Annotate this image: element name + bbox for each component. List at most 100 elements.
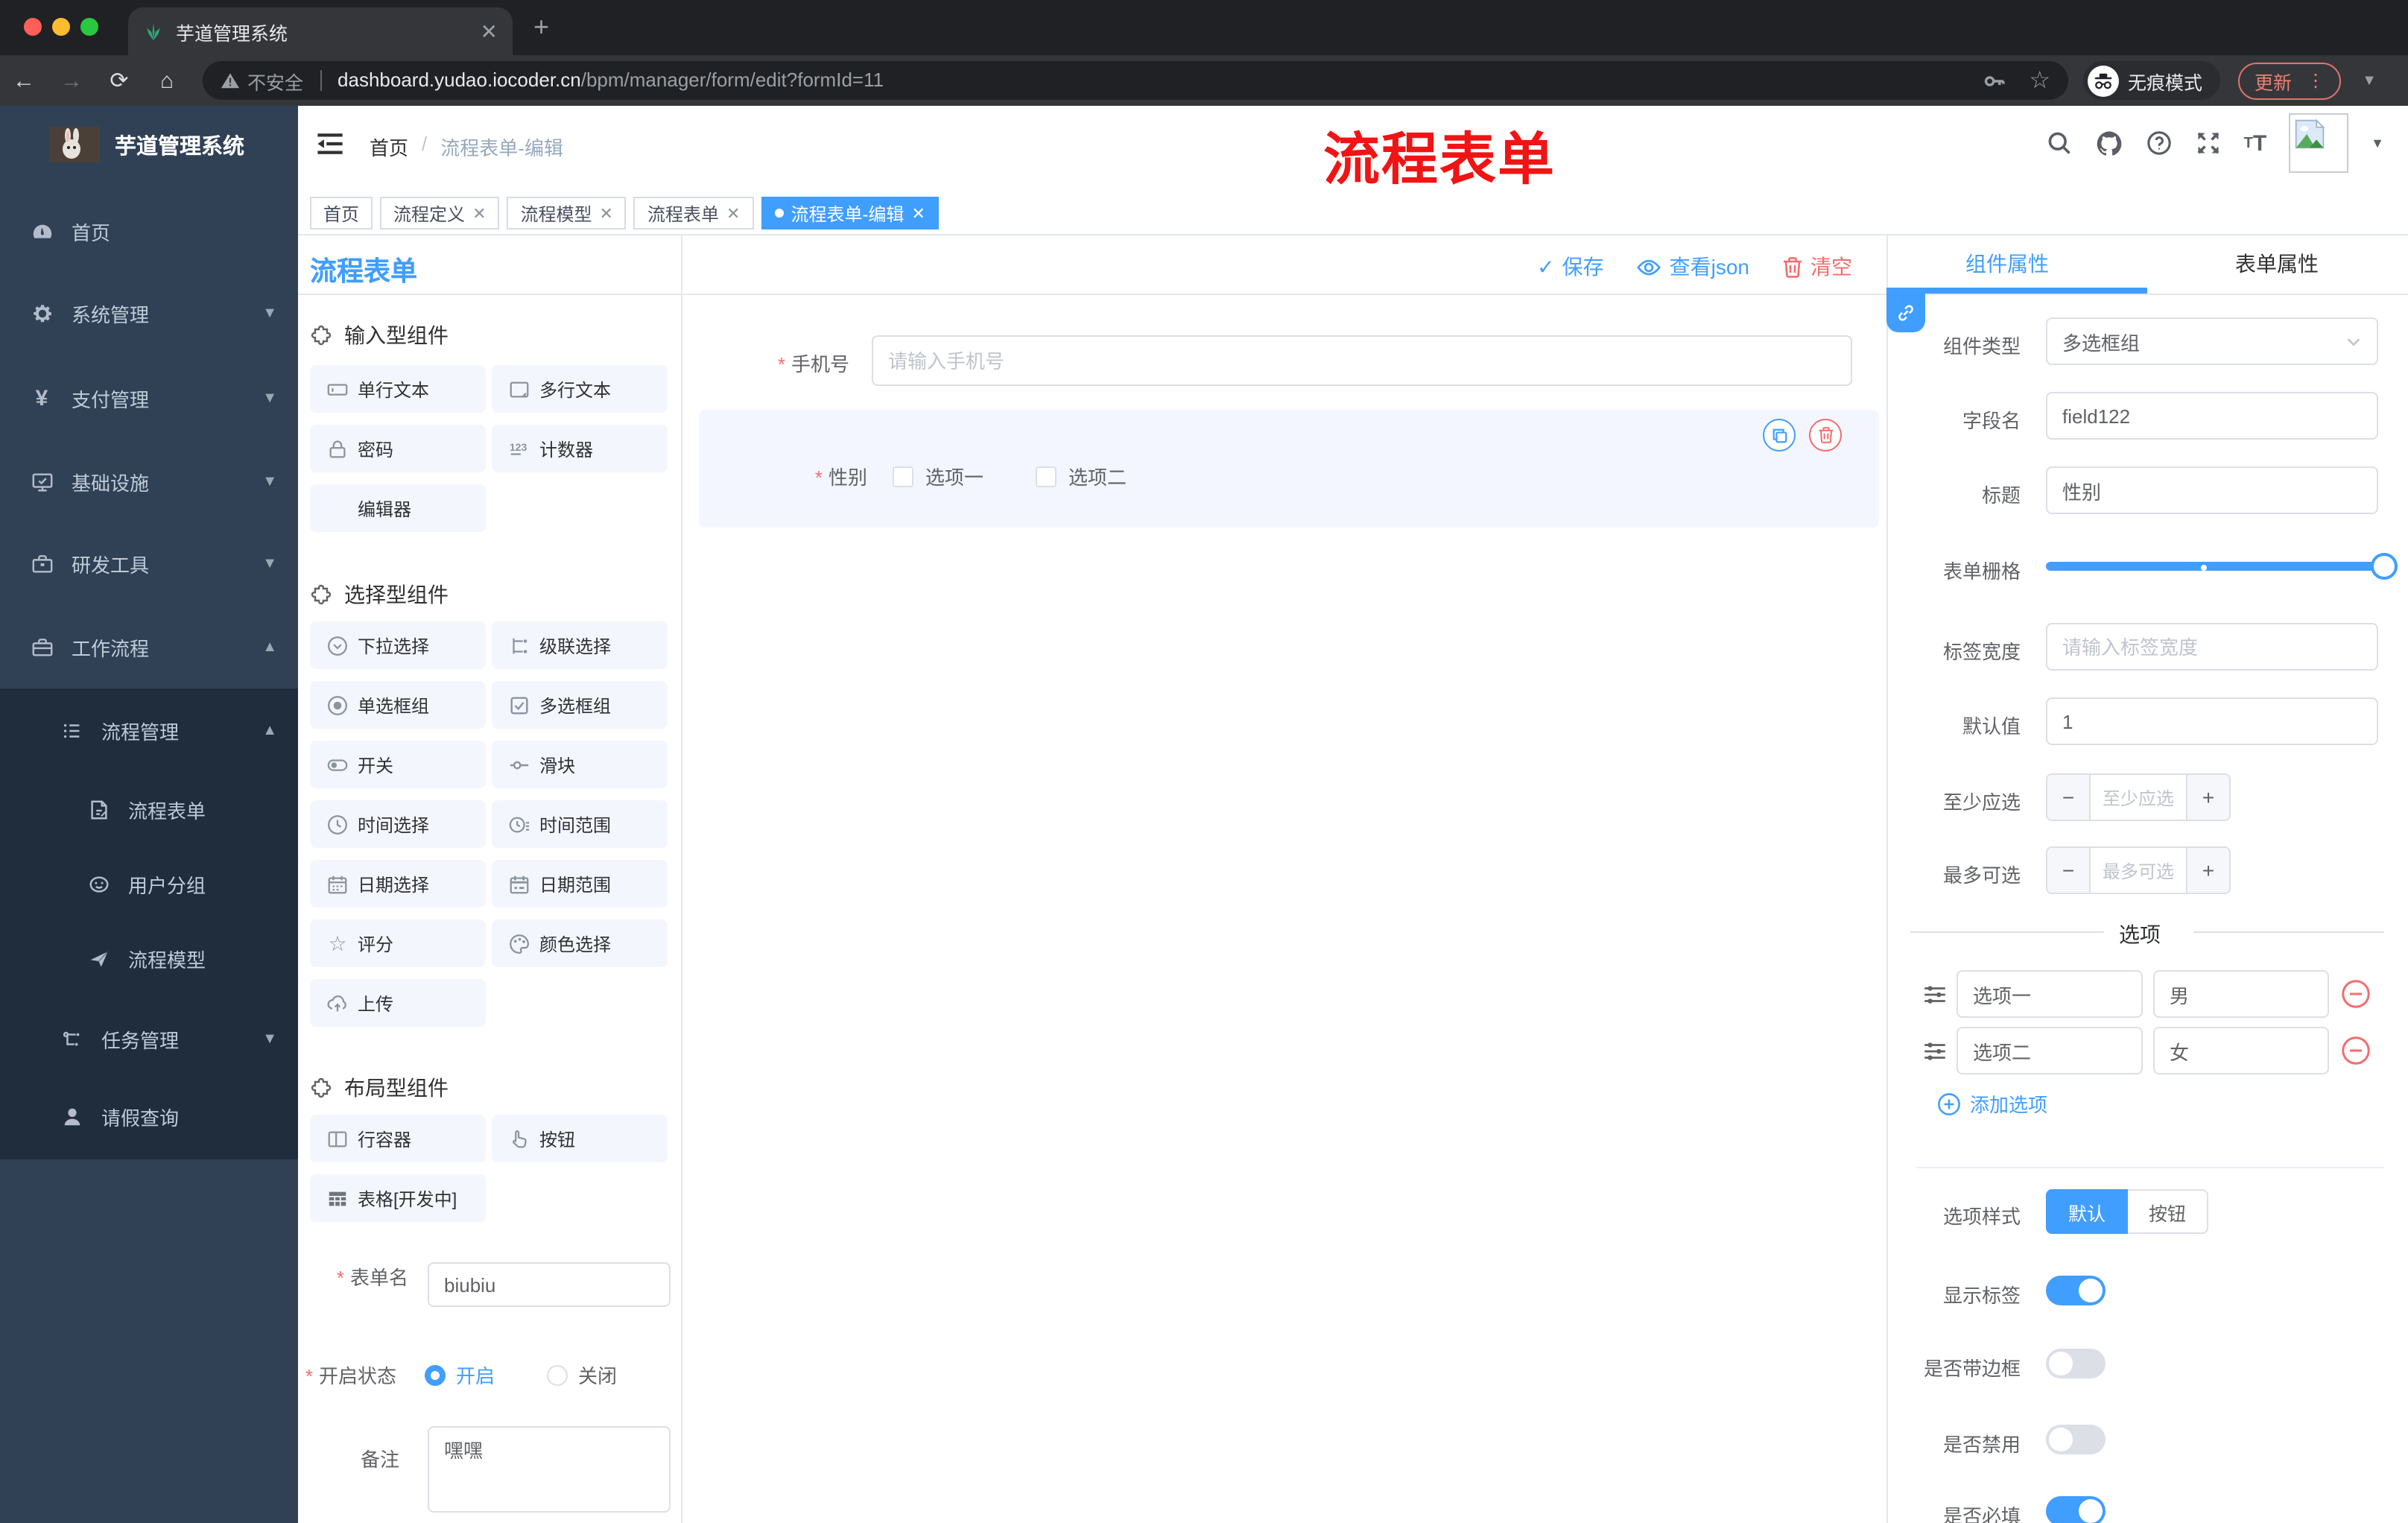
close-tag-icon[interactable]: ✕	[472, 203, 486, 223]
sidebar-item-user-groups[interactable]: 用户分组	[0, 851, 298, 916]
gender-option-1[interactable]: 选项一	[893, 462, 983, 490]
option-2-value-input[interactable]	[2153, 1027, 2329, 1074]
sidebar-item-infra[interactable]: 基础设施 ▼	[0, 449, 298, 514]
avatar[interactable]	[2289, 113, 2349, 173]
chip-cascader[interactable]: 级联选择	[492, 621, 668, 669]
sidebar-item-system[interactable]: 系统管理 ▼	[0, 280, 298, 346]
form-name-input[interactable]	[428, 1262, 671, 1307]
status-radio-off[interactable]: 关闭	[547, 1361, 617, 1389]
github-icon[interactable]	[2095, 129, 2123, 157]
required-switch[interactable]	[2046, 1496, 2106, 1523]
add-option-button[interactable]: 添加选项	[1937, 1089, 2047, 1118]
label-width-input[interactable]	[2046, 623, 2378, 671]
chip-row-container[interactable]: 行容器	[310, 1115, 486, 1162]
update-browser-button[interactable]: 更新 ⋮	[2238, 62, 2342, 99]
increase-button[interactable]: +	[2186, 775, 2229, 820]
chip-checkbox-group[interactable]: 多选框组	[492, 681, 668, 729]
disabled-switch[interactable]	[2046, 1425, 2106, 1454]
increase-button[interactable]: +	[2186, 848, 2229, 893]
max-select-value[interactable]: 最多可选	[2091, 848, 2186, 893]
forward-icon[interactable]: →	[48, 68, 95, 93]
decrease-button[interactable]: −	[2047, 848, 2091, 893]
selected-component-gender[interactable]: 性别 选项一 选项二	[699, 410, 1879, 528]
chip-slider[interactable]: 滑块	[492, 741, 668, 788]
app-logo[interactable]: 芋道管理系统	[0, 112, 298, 177]
gender-option-2[interactable]: 选项二	[1036, 462, 1127, 490]
fullscreen-icon[interactable]	[2195, 130, 2222, 156]
chip-time-picker[interactable]: 时间选择	[310, 800, 486, 848]
field-link-tab[interactable]	[1886, 294, 1925, 332]
sidebar-item-process-form[interactable]: 流程表单	[0, 776, 298, 842]
chip-select[interactable]: 下拉选择	[310, 621, 486, 669]
option-drag-handle[interactable]	[1922, 982, 1948, 1007]
chip-button[interactable]: 按钮	[492, 1115, 668, 1162]
border-switch[interactable]	[2046, 1349, 2106, 1378]
checkbox-icon[interactable]	[893, 466, 913, 487]
sidebar-collapse-icon[interactable]	[316, 130, 344, 158]
sidebar-item-leave-query[interactable]: 请假查询	[0, 1083, 298, 1149]
back-icon[interactable]: ←	[0, 68, 48, 93]
style-default-button[interactable]: 默认	[2046, 1189, 2129, 1234]
chip-counter[interactable]: 123 计数器	[492, 425, 668, 472]
address-bar[interactable]: 不安全 dashboard.yudao.iocoder.cn/bpm/manag…	[203, 61, 2068, 100]
show-label-switch[interactable]	[2046, 1276, 2106, 1305]
sidebar-item-process-mgmt[interactable]: 流程管理 ▲	[0, 697, 298, 763]
field-name-input[interactable]	[2046, 392, 2378, 440]
chip-single-line-text[interactable]: 单行文本	[310, 365, 486, 413]
password-key-icon[interactable]	[1981, 68, 2006, 93]
tag-process-model[interactable]: 流程模型 ✕	[507, 197, 627, 229]
view-json-button[interactable]: 查看json	[1637, 252, 1749, 282]
option-1-value-input[interactable]	[2153, 970, 2329, 1018]
status-radio-on[interactable]: 开启	[425, 1361, 495, 1389]
new-tab-icon[interactable]: +	[533, 12, 549, 43]
tab-form-props[interactable]: 表单属性	[2235, 249, 2319, 279]
close-tag-icon[interactable]: ✕	[911, 203, 925, 223]
style-button-button[interactable]: 按钮	[2128, 1189, 2209, 1234]
tag-process-form[interactable]: 流程表单 ✕	[633, 197, 754, 229]
save-button[interactable]: ✓ 保存	[1537, 252, 1603, 282]
tag-home[interactable]: 首页	[310, 197, 373, 229]
form-grid-slider[interactable]	[2046, 553, 2398, 580]
tab-close-icon[interactable]: ✕	[481, 19, 498, 44]
tab-component-props[interactable]: 组件属性	[1965, 249, 2049, 279]
phone-field-input[interactable]	[872, 335, 1852, 386]
form-remark-textarea[interactable]: 嘿嘿	[428, 1426, 671, 1513]
browser-tab[interactable]: 芋道管理系统 ✕	[128, 7, 513, 55]
close-tag-icon[interactable]: ✕	[726, 203, 740, 223]
font-size-icon[interactable]: TT	[2244, 130, 2267, 156]
toolbar-caret-icon[interactable]: ▼	[2362, 72, 2377, 89]
chip-time-range[interactable]: 时间范围	[492, 800, 668, 848]
window-zoom-button[interactable]	[80, 18, 98, 36]
sidebar-item-devtools[interactable]: 研发工具 ▼	[0, 531, 298, 596]
sidebar-item-process-model[interactable]: 流程模型	[0, 925, 298, 991]
remove-option-1-button[interactable]	[2341, 979, 2371, 1009]
chip-color-picker[interactable]: 颜色选择	[492, 919, 668, 967]
not-secure-warning[interactable]: 不安全	[221, 66, 303, 95]
tag-process-definition[interactable]: 流程定义 ✕	[380, 197, 500, 229]
home-icon[interactable]: ⌂	[143, 68, 191, 93]
checkbox-icon[interactable]	[1036, 466, 1056, 487]
chip-rate[interactable]: ☆ 评分	[310, 919, 486, 967]
option-2-name-input[interactable]	[1956, 1027, 2143, 1074]
sidebar-item-payment[interactable]: ¥ 支付管理 ▼	[0, 365, 298, 431]
slider-handle[interactable]	[2371, 553, 2398, 580]
chip-switch[interactable]: 开关	[310, 741, 486, 788]
clear-button[interactable]: 清空	[1782, 252, 1852, 282]
option-1-name-input[interactable]	[1956, 970, 2143, 1018]
component-type-select[interactable]: 多选框组	[2046, 317, 2378, 365]
avatar-caret-icon[interactable]: ▼	[2371, 136, 2384, 151]
option-drag-handle[interactable]	[1922, 1039, 1948, 1064]
browser-menu-icon[interactable]: ⋮	[2307, 70, 2325, 91]
default-value-input[interactable]	[2046, 697, 2378, 745]
reload-icon[interactable]: ⟳	[95, 67, 143, 94]
chip-radio-group[interactable]: 单选框组	[310, 681, 486, 729]
decrease-button[interactable]: −	[2047, 775, 2091, 820]
bookmark-star-icon[interactable]: ☆	[2029, 66, 2050, 95]
chip-multi-line-text[interactable]: 多行文本	[492, 365, 668, 413]
chip-editor[interactable]: 编辑器	[310, 484, 486, 532]
min-select-value[interactable]: 至少应选	[2091, 775, 2186, 820]
close-tag-icon[interactable]: ✕	[600, 203, 613, 223]
chip-password[interactable]: 密码	[310, 425, 486, 472]
sidebar-item-workflow[interactable]: 工作流程 ▲	[0, 614, 298, 680]
chip-date-range[interactable]: 日期范围	[492, 860, 668, 908]
